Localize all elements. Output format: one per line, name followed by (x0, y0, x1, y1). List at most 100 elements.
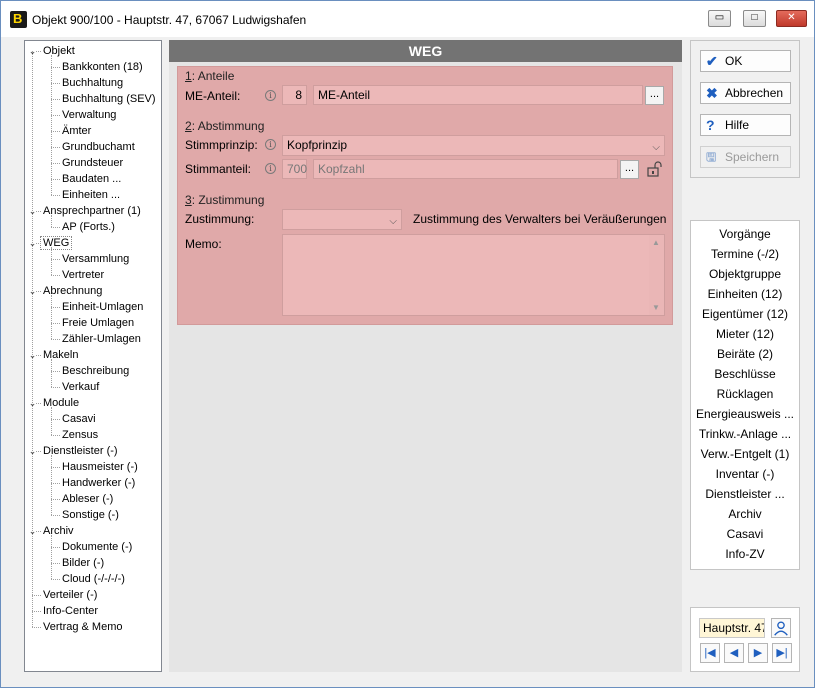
related-link[interactable]: Inventar (-) (691, 466, 799, 482)
previous-record-icon[interactable]: ◀ (724, 643, 744, 663)
related-link[interactable]: Eigentümer (12) (691, 306, 799, 322)
related-link[interactable]: Rücklagen (691, 386, 799, 402)
first-record-icon[interactable]: |◀ (700, 643, 720, 663)
related-link[interactable]: Energieausweis ... (691, 406, 799, 422)
window-title: Objekt 900/100 - Hauptstr. 47, 67067 Lud… (32, 13, 307, 27)
tree-item[interactable]: Grundsteuer (62, 155, 123, 171)
tree-item[interactable]: Grundbuchamt (62, 139, 135, 155)
tree-item[interactable]: Verteiler (-) (43, 587, 97, 603)
tree-item[interactable]: Dienstleister (-) (43, 443, 118, 459)
save-button[interactable]: 🖫 Speichern (700, 146, 791, 168)
tree-item[interactable]: Zensus (62, 427, 98, 443)
tree-item[interactable]: Buchhaltung (SEV) (62, 91, 156, 107)
last-record-icon[interactable]: ▶| (772, 643, 792, 663)
tree-item[interactable]: Baudaten ... (62, 171, 121, 187)
tree-item[interactable]: Verwaltung (62, 107, 116, 123)
tree-item[interactable]: Bilder (-) (62, 555, 104, 571)
tree-item[interactable]: Casavi (62, 411, 96, 427)
tree-item-label: Baudaten ... (62, 173, 122, 185)
related-link[interactable]: Einheiten (12) (691, 286, 799, 302)
tree-connector (51, 435, 60, 436)
tree-item[interactable]: Beschreibung (62, 363, 129, 379)
next-record-icon[interactable]: ▶ (748, 643, 768, 663)
related-link[interactable]: Vorgänge (691, 226, 799, 242)
tree-connector (51, 115, 60, 116)
related-link[interactable]: Beschlüsse (691, 366, 799, 382)
related-link[interactable]: Beiräte (2) (691, 346, 799, 362)
tree-connector (51, 163, 60, 164)
tree-connector (51, 455, 52, 515)
tree-item-label: Verteiler (-) (43, 589, 98, 601)
tree-item[interactable]: Vertrag & Memo (43, 619, 122, 635)
close-button[interactable]: ✕ (776, 10, 807, 27)
tree-item[interactable]: Makeln (43, 347, 78, 363)
cancel-button[interactable]: ✖ Abbrechen (700, 82, 791, 104)
related-link[interactable]: Trinkw.-Anlage ... (691, 426, 799, 442)
tree-item[interactable]: Module (43, 395, 79, 411)
tree-item[interactable]: Sonstige (-) (62, 507, 119, 523)
tree-item[interactable]: Ämter (62, 123, 91, 139)
tree-item[interactable]: Handwerker (-) (62, 475, 135, 491)
info-icon[interactable]: i (265, 90, 276, 101)
tree-item[interactable]: Dokumente (-) (62, 539, 132, 555)
tree-connector (32, 627, 41, 628)
tree-item[interactable]: WEG (40, 235, 73, 251)
tree-item[interactable]: Vertreter (62, 267, 104, 283)
related-link[interactable]: Objektgruppe (691, 266, 799, 282)
related-link[interactable]: Termine (-/2) (691, 246, 799, 262)
me-anteil-more-button[interactable]: ... (645, 86, 664, 105)
scroll-up-icon[interactable]: ▲ (652, 238, 660, 247)
tree-item[interactable]: Cloud (-/-/-/-) (62, 571, 125, 587)
stimmprinzip-select[interactable]: Kopfprinzip ⌵ (282, 135, 665, 156)
tree-item[interactable]: AP (Forts.) (62, 219, 115, 235)
section-abstimmung-title: 2: Abstimmung (185, 119, 265, 133)
related-link[interactable]: Archiv (691, 506, 799, 522)
tree-item[interactable]: Bankkonten (18) (62, 59, 143, 75)
app-logo-icon (10, 11, 27, 28)
info-icon[interactable]: i (265, 139, 276, 150)
stimmanteil-more-button[interactable]: ... (620, 160, 639, 179)
tree-connector (51, 515, 60, 516)
related-link[interactable]: Verw.-Entgelt (1) (691, 446, 799, 462)
zustimmung-select[interactable]: ⌵ (282, 209, 402, 230)
memo-textarea[interactable]: ▲ ▼ (282, 234, 665, 316)
help-button[interactable]: ? Hilfe (700, 114, 791, 136)
tree-item[interactable]: Ansprechpartner (1) (43, 203, 141, 219)
tree-item-label: Hausmeister (-) (62, 461, 138, 473)
tree-item-label: Freie Umlagen (62, 317, 135, 329)
memo-scrollbar[interactable]: ▲ ▼ (649, 235, 664, 315)
tree-item[interactable]: Freie Umlagen (62, 315, 134, 331)
tree-item[interactable]: Info-Center (43, 603, 98, 619)
info-icon[interactable]: i (265, 163, 276, 174)
me-anteil-input[interactable]: 8 (282, 85, 307, 105)
related-link[interactable]: Mieter (12) (691, 326, 799, 342)
person-icon[interactable] (771, 618, 791, 638)
tree-item-label: Ableser (-) (62, 493, 114, 505)
tree-item[interactable]: Verkauf (62, 379, 99, 395)
tree-item[interactable]: Einheit-Umlagen (62, 299, 143, 315)
tree-item[interactable]: Buchhaltung (62, 75, 123, 91)
stimmanteil-label: Stimmanteil: (185, 162, 252, 176)
related-link[interactable]: Dienstleister ... (691, 486, 799, 502)
tree-item[interactable]: Versammlung (62, 251, 129, 267)
stimmanteil-input[interactable]: 700 (282, 159, 307, 179)
navigation-tree[interactable]: Objekt ⌄ Bankkonten (18) Buchhaltung Buchhal… (24, 40, 162, 672)
related-link[interactable]: Casavi (691, 526, 799, 542)
tree-item-label: Zensus (62, 429, 99, 441)
tree-connector (51, 227, 60, 228)
tree-item[interactable]: Archiv (43, 523, 74, 539)
related-link[interactable]: Info-ZV (691, 546, 799, 562)
tree-item[interactable]: Hausmeister (-) (62, 459, 138, 475)
tree-item[interactable]: Objekt (43, 43, 75, 59)
minimize-button[interactable]: ▭ (708, 10, 731, 27)
scroll-down-icon[interactable]: ▼ (652, 303, 660, 312)
tree-item[interactable]: Zähler-Umlagen (62, 331, 141, 347)
ok-button[interactable]: ✔ OK (700, 50, 791, 72)
section-anteile-title: 1: Anteile (185, 69, 235, 83)
maximize-button[interactable]: □ (743, 10, 766, 27)
tree-item[interactable]: Ableser (-) (62, 491, 113, 507)
tree-item-label: Casavi (62, 413, 96, 425)
address-field[interactable]: Hauptstr. 47 (699, 618, 765, 638)
tree-item[interactable]: Einheiten ... (62, 187, 120, 203)
unlock-icon[interactable] (646, 161, 664, 177)
